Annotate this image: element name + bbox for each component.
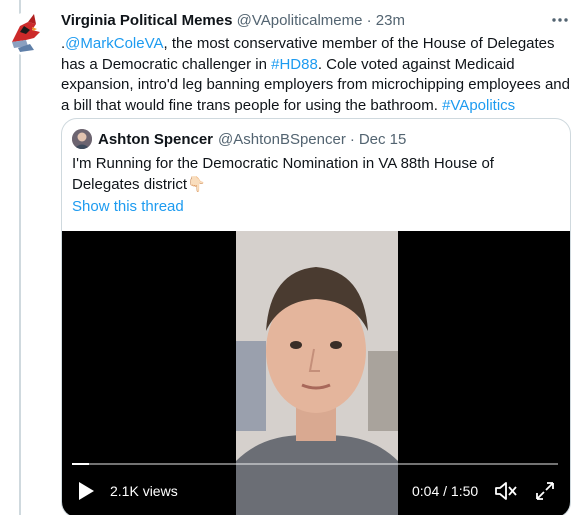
quoted-author-name[interactable]: Ashton Spencer (98, 131, 213, 148)
pointing-down-emoji: 👇🏻 (187, 175, 206, 193)
fullscreen-icon[interactable] (534, 480, 556, 502)
show-thread-link[interactable]: Show this thread (72, 198, 184, 215)
author-name[interactable]: Virginia Political Memes (61, 12, 232, 29)
quoted-text: I'm Running for the Democratic Nominatio… (72, 154, 552, 195)
timestamp[interactable]: 23m (376, 12, 405, 29)
view-count: 2.1K views (110, 483, 178, 499)
author-handle[interactable]: @VApoliticalmeme (237, 12, 363, 29)
hashtag-link[interactable]: #HD88 (271, 56, 318, 73)
mute-icon[interactable] (494, 480, 518, 502)
mention-link[interactable]: @MarkColeVA (65, 35, 163, 52)
quoted-tweet[interactable]: Ashton Spencer @AshtonBSpencer · Dec 15 … (61, 118, 571, 515)
video-frame (236, 231, 398, 515)
quoted-text-body: I'm Running for the Democratic Nominatio… (72, 155, 494, 193)
hashtag-link[interactable]: #VApolitics (442, 97, 515, 114)
quoted-author-avatar[interactable] (72, 129, 92, 149)
play-icon[interactable] (76, 481, 96, 501)
tweet-header: Virginia Political Memes @VApoliticalmem… (61, 11, 405, 31)
quoted-author-handle[interactable]: @AshtonBSpencer (218, 131, 346, 148)
more-options-icon[interactable] (548, 8, 572, 32)
video-player[interactable]: 2.1K views 0:04 / 1:50 (62, 231, 570, 515)
video-progress-bar[interactable] (72, 463, 558, 465)
tweet[interactable]: Virginia Political Memes @VApoliticalmem… (0, 0, 581, 515)
quoted-tweet-header: Ashton Spencer @AshtonBSpencer · Dec 15 (72, 129, 406, 149)
separator: · (366, 12, 372, 29)
separator: · (349, 130, 355, 148)
tweet-text: .@MarkColeVA, the most conservative memb… (61, 34, 571, 116)
thread-line (19, 0, 21, 515)
cardinal-avatar-icon[interactable] (6, 12, 50, 56)
quoted-date[interactable]: Dec 15 (359, 131, 407, 148)
video-progress-fill (72, 463, 90, 465)
video-controls: 2.1K views 0:04 / 1:50 (62, 475, 570, 505)
video-timecode: 0:04 / 1:50 (412, 483, 479, 499)
